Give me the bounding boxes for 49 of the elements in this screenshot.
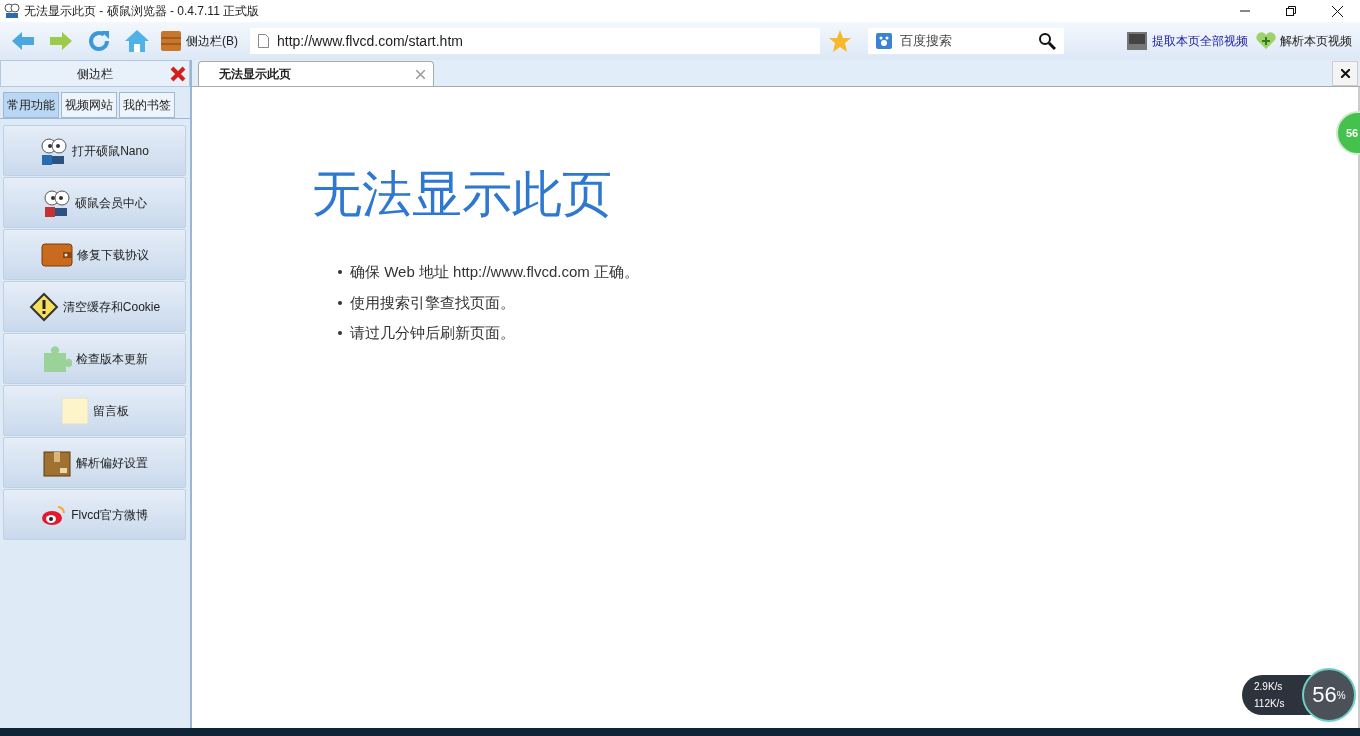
sidebar-button[interactable]: 侧边栏(B)	[160, 26, 238, 56]
address-bar[interactable]: http://www.flvcd.com/start.htm	[250, 28, 820, 54]
extract-videos-button[interactable]: 提取本页全部视频	[1126, 28, 1248, 54]
heart-plus-icon	[1256, 32, 1276, 50]
sidebar-item[interactable]: 硕鼠会员中心	[3, 177, 186, 228]
sidebar-item[interactable]: 清空缓存和Cookie	[3, 281, 186, 332]
window-title: 无法显示此页 - 硕鼠浏览器 - 0.4.7.11 正式版	[24, 3, 260, 20]
upload-speed: 2.9K/s	[1254, 680, 1284, 694]
sidebar-tab[interactable]: 常用功能	[3, 92, 59, 118]
sidebar-item[interactable]: Flvcd官方微博	[3, 489, 186, 540]
sidebar-tab[interactable]: 我的书签	[119, 92, 175, 118]
sidebar-item[interactable]: 留言板	[3, 385, 186, 436]
error-tip: 使用搜索引擎查找页面。	[350, 292, 515, 313]
wallet-icon	[40, 241, 73, 268]
close-icon[interactable]	[416, 69, 425, 79]
star-icon[interactable]	[828, 29, 852, 53]
tab-title: 无法显示此页	[219, 66, 292, 83]
download-speed: 112K/s	[1254, 697, 1286, 711]
memory-gauge: 56%	[1302, 668, 1356, 722]
close-icon[interactable]	[170, 65, 186, 82]
monitor-icon	[1126, 31, 1148, 51]
browser-tab[interactable]: 无法显示此页	[198, 61, 434, 86]
sidebar-item[interactable]: 检查版本更新	[3, 333, 186, 384]
error-heading: 无法显示此页	[312, 169, 613, 219]
paw-icon	[876, 33, 892, 49]
page-icon	[258, 34, 269, 48]
puzzle-icon	[41, 344, 72, 373]
close-icon	[1331, 5, 1343, 17]
error-tip: 请过几分钟后刷新页面。	[350, 323, 515, 343]
warning-icon	[28, 291, 59, 322]
search-icon[interactable]	[1038, 32, 1056, 50]
note-icon	[60, 396, 89, 425]
mouse-mascot-icon	[40, 135, 69, 166]
mouse-app-icon	[4, 3, 20, 19]
close-tab-button[interactable]	[1332, 60, 1358, 86]
parse-video-button[interactable]: 解析本页视频	[1256, 28, 1352, 54]
sidebar-item[interactable]: 打开硕鼠Nano	[3, 125, 186, 176]
mouse-mascot-icon	[42, 187, 71, 218]
address-text: http://www.flvcd.com/start.htm	[277, 31, 463, 51]
error-tip: 确保 Web 地址 http://www.flvcd.com 正确。	[350, 262, 639, 282]
sidebar-title: 侧边栏	[77, 65, 113, 83]
sidebar-item[interactable]: 修复下载协议	[3, 229, 186, 280]
close-icon	[1340, 68, 1350, 78]
sidebar-item[interactable]: 解析偏好设置	[3, 437, 186, 488]
cabinet-icon	[160, 29, 182, 53]
sidebar-tab[interactable]: 视频网站	[61, 92, 117, 118]
restore-icon	[1286, 6, 1296, 16]
search-box[interactable]: 百度搜索	[868, 28, 1064, 54]
search-field[interactable]: 百度搜索	[900, 31, 1030, 51]
